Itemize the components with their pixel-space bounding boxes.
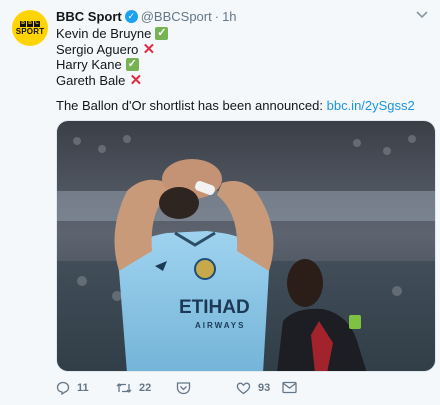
- player-line: Sergio Aguero ✕: [56, 40, 426, 58]
- player-line: Harry Kane ✓: [56, 57, 426, 73]
- check-mark-icon: ✓: [125, 58, 139, 72]
- reply-button[interactable]: 11: [56, 381, 89, 395]
- heart-icon: [236, 382, 251, 395]
- check-mark-icon: ✓: [155, 27, 169, 41]
- message-button[interactable]: [282, 381, 297, 394]
- separator: ·: [214, 9, 220, 24]
- player-line: Gareth Bale ✕: [56, 71, 426, 89]
- player-name: Harry Kane: [56, 57, 122, 72]
- reply-count: 11: [77, 382, 89, 394]
- author-name[interactable]: BBC Sport: [56, 9, 122, 24]
- tweet[interactable]: B B C SPORT BBC Sport ✓ @BBCSport · 1h K…: [0, 0, 440, 405]
- retweet-count: 22: [139, 382, 152, 394]
- timestamp[interactable]: 1h: [222, 9, 236, 24]
- retweet-icon: [116, 383, 132, 393]
- chevron-down-icon[interactable]: [416, 10, 428, 20]
- tweet-text: Kevin de Bruyne ✓ Sergio Aguero ✕ Harry …: [56, 26, 426, 88]
- avatar-sport-text: SPORT: [15, 26, 45, 36]
- reply-icon: [56, 381, 70, 395]
- tweet-actions: 11 22 93: [56, 381, 436, 399]
- pocket-icon: [176, 382, 191, 395]
- player-name: Kevin de Bruyne: [56, 26, 152, 41]
- avatar[interactable]: B B C SPORT: [12, 10, 48, 46]
- player-name: Sergio Aguero: [56, 41, 139, 57]
- author-handle[interactable]: @BBCSport: [141, 9, 212, 24]
- announcement-text: The Ballon d'Or shortlist has been annou…: [56, 98, 415, 113]
- retweet-button[interactable]: 22: [116, 381, 151, 395]
- verified-icon: ✓: [124, 10, 138, 23]
- tweet-header: BBC Sport ✓ @BBCSport · 1h: [56, 9, 237, 24]
- cross-mark-icon: ✕: [129, 71, 143, 89]
- cross-mark-icon: ✕: [142, 40, 156, 58]
- like-count: 93: [258, 382, 271, 394]
- shirt-sponsor-text: ETIHAD: [179, 297, 250, 318]
- shirt-sponsor-sub-text: AIRWAYS: [195, 321, 245, 330]
- bbc-logo: B B C: [20, 20, 40, 27]
- photo-player-image: ETIHAD AIRWAYS: [57, 121, 435, 371]
- envelope-icon: [282, 381, 297, 394]
- like-button[interactable]: 93: [236, 381, 270, 395]
- player-name: Gareth Bale: [56, 72, 126, 88]
- announcement-body: The Ballon d'Or shortlist has been annou…: [56, 98, 327, 113]
- tweet-photo[interactable]: ETIHAD AIRWAYS: [56, 120, 436, 372]
- direct-message-button[interactable]: [176, 381, 191, 395]
- player-line: Kevin de Bruyne ✓: [56, 26, 426, 42]
- tweet-link[interactable]: bbc.in/2ySgss2: [327, 98, 415, 113]
